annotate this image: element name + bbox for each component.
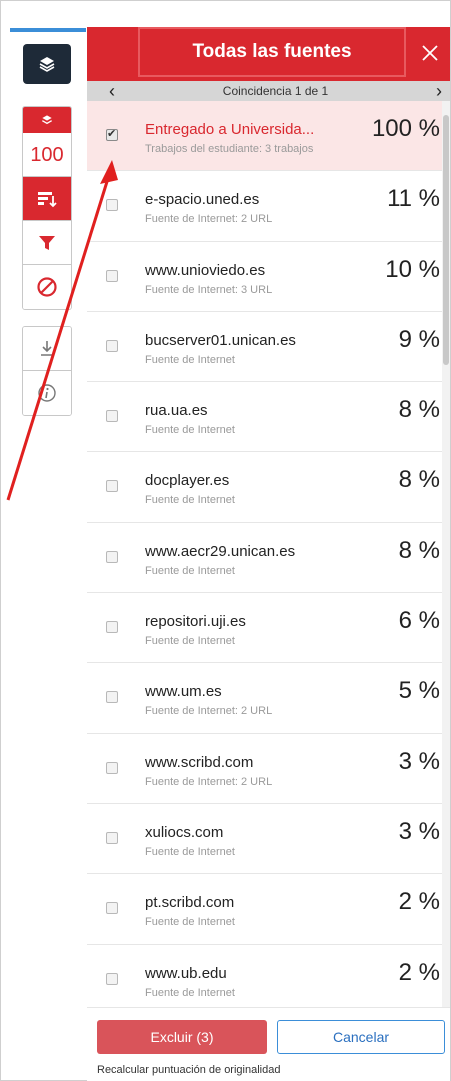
filter-button[interactable] <box>23 221 71 265</box>
source-name[interactable]: www.ub.edu <box>145 965 345 982</box>
source-percentage: 11 % <box>387 185 440 213</box>
source-type: Fuente de Internet <box>145 424 235 437</box>
source-name[interactable]: bucserver01.unican.es <box>145 332 345 349</box>
source-name[interactable]: Entregado a Universida... <box>145 121 345 138</box>
source-row[interactable]: www.aecr29.unican.es Fuente de Internet 8 … <box>87 522 450 594</box>
source-row[interactable]: www.um.es Fuente de Internet: 2 URL 5 % <box>87 663 450 734</box>
source-percentage: 10 % <box>385 255 440 283</box>
panel-footer: Excluir (3) Cancelar Recalcular puntuaci… <box>87 1007 450 1081</box>
source-checkbox[interactable] <box>106 621 118 634</box>
match-counter: Coincidencia 1 de 1 <box>222 84 329 98</box>
download-icon <box>41 340 53 356</box>
panel-header: Todas las fuentes <box>87 27 450 81</box>
filter-icon <box>39 235 55 250</box>
source-row[interactable]: e-spacio.uned.es Fuente de Internet: 2 UR… <box>87 171 450 242</box>
source-type: Fuente de Internet <box>145 564 235 577</box>
source-type: Fuente de Internet <box>145 494 235 507</box>
source-percentage: 8 % <box>398 536 440 564</box>
source-percentage: 8 % <box>398 396 440 424</box>
chevron-left-icon[interactable]: ‹ <box>109 81 115 101</box>
exclude-button[interactable] <box>23 265 71 309</box>
cancel-button[interactable]: Cancelar <box>277 1020 445 1054</box>
source-percentage: 2 % <box>398 888 440 916</box>
source-row[interactable]: bucserver01.unican.es Fuente de Internet 9… <box>87 311 450 383</box>
scrollbar-thumb[interactable] <box>443 115 449 365</box>
source-checkbox[interactable] <box>106 480 118 493</box>
exclude-sources-button[interactable]: Excluir (3) <box>97 1020 267 1054</box>
source-checkbox[interactable] <box>106 972 118 985</box>
source-type: Trabajos del estudiante: 3 trabajos <box>145 143 314 155</box>
info-icon <box>38 384 56 402</box>
exclude-icon <box>37 277 57 297</box>
source-checkbox[interactable] <box>106 410 118 423</box>
download-button[interactable] <box>23 327 71 371</box>
close-icon[interactable] <box>418 41 442 65</box>
sort-button[interactable] <box>23 177 71 221</box>
source-checkbox[interactable] <box>106 831 118 844</box>
source-checkbox[interactable] <box>106 127 118 141</box>
secondary-tools-group <box>22 326 72 416</box>
source-percentage: 9 % <box>398 325 440 353</box>
source-type: Fuente de Internet: 2 URL <box>145 775 273 788</box>
source-checkbox[interactable] <box>106 902 118 915</box>
source-type: Fuente de Internet: 3 URL <box>145 283 273 296</box>
source-row[interactable]: Entregado a Universida... Trabajos del es… <box>87 101 450 172</box>
source-checkbox[interactable] <box>106 550 118 563</box>
source-name[interactable]: www.unioviedo.es <box>145 262 345 279</box>
info-button[interactable] <box>23 371 71 415</box>
source-percentage: 3 % <box>398 817 440 845</box>
source-percentage: 100 % <box>371 115 440 142</box>
sidebar-toolbar: 100 <box>22 44 72 416</box>
source-percentage: 3 % <box>398 747 440 775</box>
source-percentage: 2 % <box>398 958 440 986</box>
layers-icon <box>42 115 52 125</box>
source-checkbox[interactable] <box>106 339 118 352</box>
source-row[interactable]: docplayer.es Fuente de Internet 8 % <box>87 452 450 523</box>
match-navigation: ‹ Coincidencia 1 de 1 › <box>87 81 450 101</box>
source-checkbox[interactable] <box>106 691 118 704</box>
source-name[interactable]: e-spacio.uned.es <box>145 191 345 208</box>
source-name[interactable]: xuliocs.com <box>145 824 345 841</box>
source-percentage: 8 % <box>398 466 440 494</box>
source-name[interactable]: www.um.es <box>145 683 345 700</box>
source-name[interactable]: repositori.uji.es <box>145 613 345 630</box>
source-checkbox[interactable] <box>106 761 118 774</box>
source-row[interactable]: pt.scribd.com Fuente de Internet 2 % <box>87 874 450 945</box>
tools-group: 100 <box>22 106 72 310</box>
source-row[interactable]: repositori.uji.es Fuente de Internet 6 % <box>87 593 450 664</box>
source-name[interactable]: www.aecr29.unican.es <box>145 543 345 560</box>
source-type: Fuente de Internet <box>145 353 235 366</box>
source-row[interactable]: xuliocs.com Fuente de Internet 3 % <box>87 803 450 875</box>
source-type: Fuente de Internet <box>145 986 235 999</box>
source-checkbox[interactable] <box>106 199 118 212</box>
active-tab-indicator <box>10 28 86 32</box>
score-cell[interactable]: 100 <box>23 107 71 177</box>
source-percentage: 6 % <box>398 607 440 635</box>
layers-button[interactable] <box>23 44 71 84</box>
sources-panel: Todas las fuentes ‹ Coincidencia 1 de 1 … <box>87 27 450 1081</box>
source-name[interactable]: www.scribd.com <box>145 754 345 771</box>
source-name[interactable]: rua.ua.es <box>145 402 345 419</box>
layers-icon <box>39 57 55 72</box>
source-list: Entregado a Universida... Trabajos del es… <box>87 101 450 1007</box>
source-type: Fuente de Internet <box>145 845 235 858</box>
source-percentage: 5 % <box>398 677 440 705</box>
sort-icon <box>38 191 57 207</box>
similarity-score: 100 <box>30 143 64 166</box>
source-row[interactable]: www.ub.edu Fuente de Internet 2 % <box>87 944 450 1007</box>
panel-title: Todas las fuentes <box>138 27 406 77</box>
recalculate-note: Recalcular puntuación de originalidad <box>97 1064 281 1076</box>
source-type: Fuente de Internet <box>145 635 235 648</box>
chevron-right-icon[interactable]: › <box>436 81 442 101</box>
source-row[interactable]: www.scribd.com Fuente de Internet: 2 URL 3… <box>87 733 450 804</box>
source-type: Fuente de Internet: 2 URL <box>145 213 273 226</box>
source-row[interactable]: rua.ua.es Fuente de Internet 8 % <box>87 382 450 453</box>
source-type: Fuente de Internet <box>145 916 235 929</box>
source-name[interactable]: docplayer.es <box>145 472 345 489</box>
source-type: Fuente de Internet: 2 URL <box>145 705 273 718</box>
score-header <box>23 107 71 133</box>
source-checkbox[interactable] <box>106 269 118 282</box>
source-row[interactable]: www.unioviedo.es Fuente de Internet: 3 UR… <box>87 241 450 312</box>
source-name[interactable]: pt.scribd.com <box>145 894 345 911</box>
